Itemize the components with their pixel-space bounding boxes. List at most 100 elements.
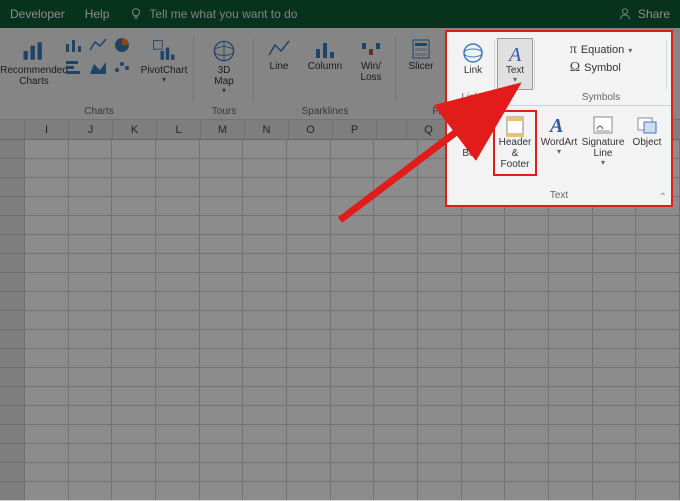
cell[interactable] [418,406,462,425]
cell[interactable] [69,235,113,254]
cell[interactable] [25,140,69,159]
cell[interactable] [243,197,287,216]
cell[interactable] [200,482,244,501]
select-all-corner[interactable] [0,120,25,139]
row-header[interactable] [0,197,25,216]
cell[interactable] [69,349,113,368]
cell[interactable] [112,178,156,197]
cell[interactable] [549,444,593,463]
cell[interactable] [331,216,375,235]
column-chart-icon[interactable] [64,36,84,54]
cell[interactable] [418,463,462,482]
cell[interactable] [243,292,287,311]
row-header[interactable] [0,425,25,444]
row-header[interactable] [0,273,25,292]
cell[interactable] [331,197,375,216]
cell[interactable] [287,273,331,292]
cell[interactable] [374,406,418,425]
cell[interactable] [243,463,287,482]
cell[interactable] [287,140,331,159]
cell[interactable] [200,197,244,216]
cell[interactable] [287,254,331,273]
cell[interactable] [462,425,506,444]
cell[interactable] [112,406,156,425]
cell[interactable] [374,463,418,482]
cell[interactable] [243,330,287,349]
cell[interactable] [156,216,200,235]
row-header[interactable] [0,444,25,463]
pie-chart-icon[interactable] [112,36,132,54]
cell[interactable] [25,273,69,292]
cell[interactable] [505,425,549,444]
row-header[interactable] [0,406,25,425]
cell[interactable] [374,311,418,330]
cell[interactable] [200,425,244,444]
cell[interactable] [25,349,69,368]
cell[interactable] [374,482,418,501]
cell[interactable] [549,311,593,330]
cell[interactable] [156,482,200,501]
cell[interactable] [156,444,200,463]
cell[interactable] [200,311,244,330]
cell[interactable] [200,463,244,482]
chart-type-gallery[interactable] [64,34,134,100]
cell[interactable] [418,425,462,444]
col-header[interactable]: I [25,120,69,139]
cell[interactable] [112,330,156,349]
cell[interactable] [287,444,331,463]
cell[interactable] [156,273,200,292]
cell[interactable] [156,254,200,273]
cell[interactable] [593,273,637,292]
cell[interactable] [462,406,506,425]
cell[interactable] [418,444,462,463]
cell[interactable] [287,349,331,368]
cell[interactable] [243,235,287,254]
cell[interactable] [505,482,549,501]
cell[interactable] [200,368,244,387]
cell[interactable] [69,406,113,425]
cell[interactable] [462,292,506,311]
cell[interactable] [331,273,375,292]
cell[interactable] [156,197,200,216]
cell[interactable] [374,178,418,197]
cell[interactable] [636,273,680,292]
cell[interactable] [112,197,156,216]
cell[interactable] [287,216,331,235]
col-header[interactable]: M [201,120,245,139]
3d-map-button[interactable]: 3D Map ▾ [200,34,248,100]
row-header[interactable] [0,368,25,387]
cell[interactable] [549,368,593,387]
cell[interactable] [112,349,156,368]
cell[interactable] [287,368,331,387]
cell[interactable] [287,292,331,311]
cell[interactable] [636,444,680,463]
cell[interactable] [374,159,418,178]
cell[interactable] [243,387,287,406]
cell[interactable] [112,254,156,273]
cell[interactable] [69,368,113,387]
cell[interactable] [374,444,418,463]
row-header[interactable] [0,140,25,159]
cell[interactable] [243,444,287,463]
cell[interactable] [200,349,244,368]
cell[interactable] [25,368,69,387]
cell[interactable] [505,292,549,311]
cell[interactable] [418,349,462,368]
cell[interactable] [418,482,462,501]
cell[interactable] [331,368,375,387]
cell[interactable] [112,463,156,482]
cell[interactable] [331,482,375,501]
cell[interactable] [593,216,637,235]
cell[interactable] [505,216,549,235]
cell[interactable] [243,482,287,501]
tab-help[interactable]: Help [85,7,110,21]
cell[interactable] [69,216,113,235]
cell[interactable] [25,444,69,463]
cell[interactable] [593,349,637,368]
cell[interactable] [112,235,156,254]
cell[interactable] [505,235,549,254]
cell[interactable] [69,254,113,273]
cell[interactable] [374,197,418,216]
cell[interactable] [374,273,418,292]
cell[interactable] [418,273,462,292]
